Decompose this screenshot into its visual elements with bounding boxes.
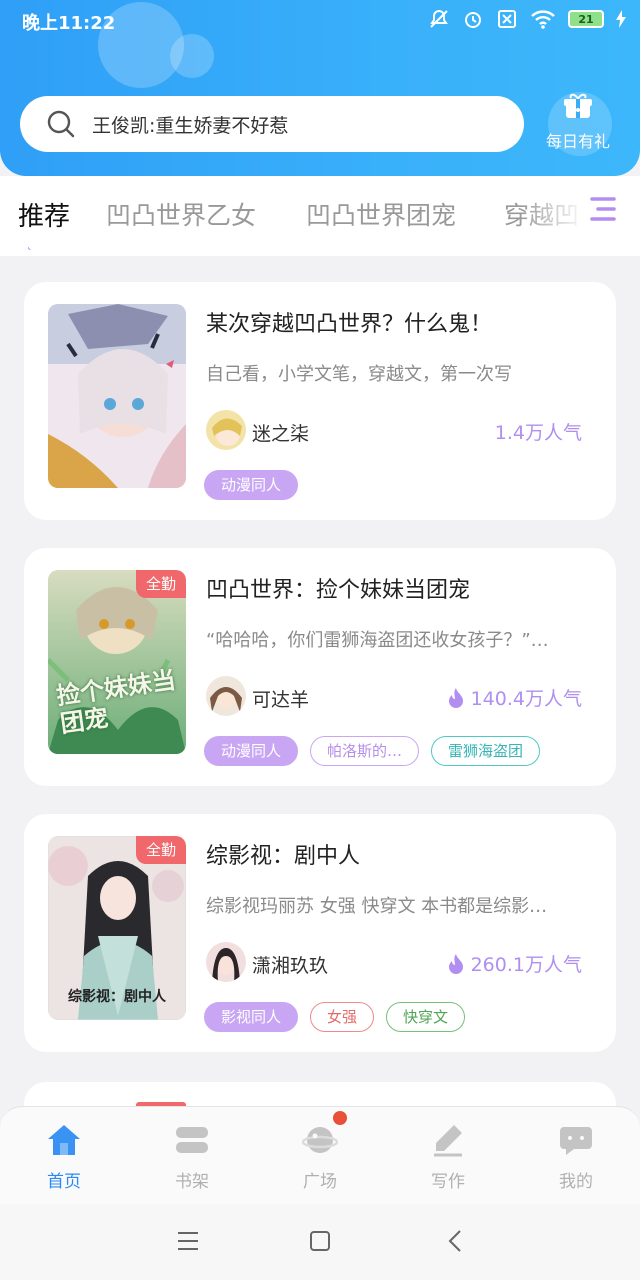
tab-aotu-otome[interactable]: 凹凸世界乙女 (106, 196, 256, 232)
status-time: 晚上11:22 (22, 13, 116, 34)
book-title: 某次穿越凹凸世界？什么鬼！ (206, 312, 493, 337)
home-square-icon[interactable] (308, 1228, 332, 1254)
header-banner: 晚上11:22 21 王俊凯:重生娇妻不好惹 每日有礼 (0, 0, 640, 176)
author-name: 潇湘玖玖 (252, 955, 329, 977)
tag-list: 影视同人 女强 快穿文 (204, 1002, 466, 1032)
nav-home[interactable]: 首页 (24, 1123, 104, 1192)
book-title: 综影视：剧中人 (206, 844, 361, 869)
tag[interactable]: 快穿文 (386, 1002, 466, 1032)
tag-list: 动漫同人 (204, 470, 299, 500)
book-description: 综影视玛丽苏 女强 快穿文 本书都是综影… (206, 896, 548, 917)
daily-gift-button[interactable]: 每日有礼 (540, 92, 616, 152)
nav-home-label: 首页 (47, 1172, 81, 1192)
notification-dot (333, 1111, 347, 1125)
write-icon (434, 1125, 462, 1157)
full-attendance-badge: 全勤 (136, 570, 186, 598)
tag[interactable]: 女强 (310, 1002, 375, 1032)
book-card[interactable]: 捡个妹妹当团宠 全勤 凹凸世界：捡个妹妹当团宠 “哈哈哈，你们雷狮海盗团还收女孩… (24, 548, 616, 786)
flame-icon (448, 953, 463, 974)
flame-icon (448, 687, 463, 708)
cover-title: 综影视：剧中人 (68, 989, 166, 1005)
author-name: 迷之柒 (252, 423, 310, 445)
author-avatar (206, 410, 246, 450)
popularity-value: 1.4万人气 (494, 422, 582, 444)
book-card[interactable]: 综影视：剧中人 全勤 综影视：剧中人 综影视玛丽苏 女强 快穿文 本书都是综影…… (24, 814, 616, 1052)
popularity: 140.4万人气 (447, 684, 582, 711)
book-cover: 综影视：剧中人 全勤 (48, 836, 186, 1020)
tag[interactable]: 动漫同人 (204, 736, 299, 766)
nav-write[interactable]: 写作 (408, 1123, 488, 1192)
back-icon[interactable] (444, 1228, 468, 1254)
nav-write-label: 写作 (431, 1172, 465, 1192)
book-cover: 捡个妹妹当团宠 全勤 (48, 570, 186, 754)
nav-square-label: 广场 (303, 1172, 337, 1192)
book-description: 自己看，小学文笔，穿越文，第一次写 (206, 364, 512, 385)
tag[interactable]: 动漫同人 (204, 470, 299, 500)
planet-icon (301, 1127, 339, 1153)
decor-bubble (170, 34, 214, 78)
home-icon (48, 1125, 80, 1155)
nav-square[interactable]: 广场 (280, 1123, 360, 1192)
tab-recommend[interactable]: 推荐 (18, 196, 70, 233)
book-title: 凹凸世界：捡个妹妹当团宠 (206, 578, 471, 603)
popularity: 1.4万人气 (495, 418, 582, 445)
nav-bookshelf-label: 书架 (175, 1172, 209, 1192)
search-bar[interactable]: 王俊凯:重生娇妻不好惹 (20, 96, 524, 152)
menu-icon[interactable] (176, 1228, 200, 1254)
author-name: 可达羊 (252, 689, 310, 711)
tag[interactable]: 帕洛斯的… (310, 736, 420, 766)
popularity-value: 140.4万人气 (470, 688, 582, 710)
search-icon (47, 110, 75, 138)
author-avatar (206, 942, 246, 982)
nav-profile-label: 我的 (559, 1172, 593, 1192)
status-bar: 晚上11:22 21 (0, 0, 640, 40)
nav-profile[interactable]: 我的 (536, 1123, 616, 1192)
book-description: “哈哈哈，你们雷狮海盗团还收女孩子？”… (206, 630, 549, 651)
bottom-nav: 首页 书架 广场 写作 我的 (0, 1106, 640, 1204)
gift-label: 每日有礼 (545, 132, 610, 151)
book-cover (48, 304, 186, 488)
full-attendance-badge: 全勤 (136, 836, 186, 864)
tag[interactable]: 雷狮海盗团 (431, 736, 541, 766)
battery-icon: 21 (568, 10, 604, 28)
alarm-icon (465, 12, 481, 28)
gift-icon (564, 93, 592, 118)
charging-icon (616, 10, 626, 28)
previous-card-edge (24, 230, 616, 256)
bookshelf-icon (176, 1127, 208, 1153)
popularity-value: 260.1万人气 (470, 954, 582, 976)
search-placeholder: 王俊凯:重生娇妻不好惹 (92, 114, 289, 137)
author-avatar (206, 676, 246, 716)
tag[interactable]: 影视同人 (204, 1002, 299, 1032)
nav-bookshelf[interactable]: 书架 (152, 1123, 232, 1192)
chat-bubble-icon (560, 1127, 592, 1155)
mute-icon (430, 9, 448, 28)
category-menu-icon[interactable] (586, 192, 620, 226)
book-card[interactable]: 某次穿越凹凸世界？什么鬼！ 自己看，小学文笔，穿越文，第一次写 迷之柒 1.4万… (24, 282, 616, 520)
system-nav-bar (0, 1204, 640, 1280)
sim-off-icon (498, 10, 516, 28)
wifi-icon (531, 10, 555, 29)
tag-list: 动漫同人 帕洛斯的… 雷狮海盗团 (204, 736, 541, 766)
popularity: 260.1万人气 (447, 950, 582, 977)
tab-aotu-tuanchong[interactable]: 凹凸世界团宠 (306, 196, 456, 232)
